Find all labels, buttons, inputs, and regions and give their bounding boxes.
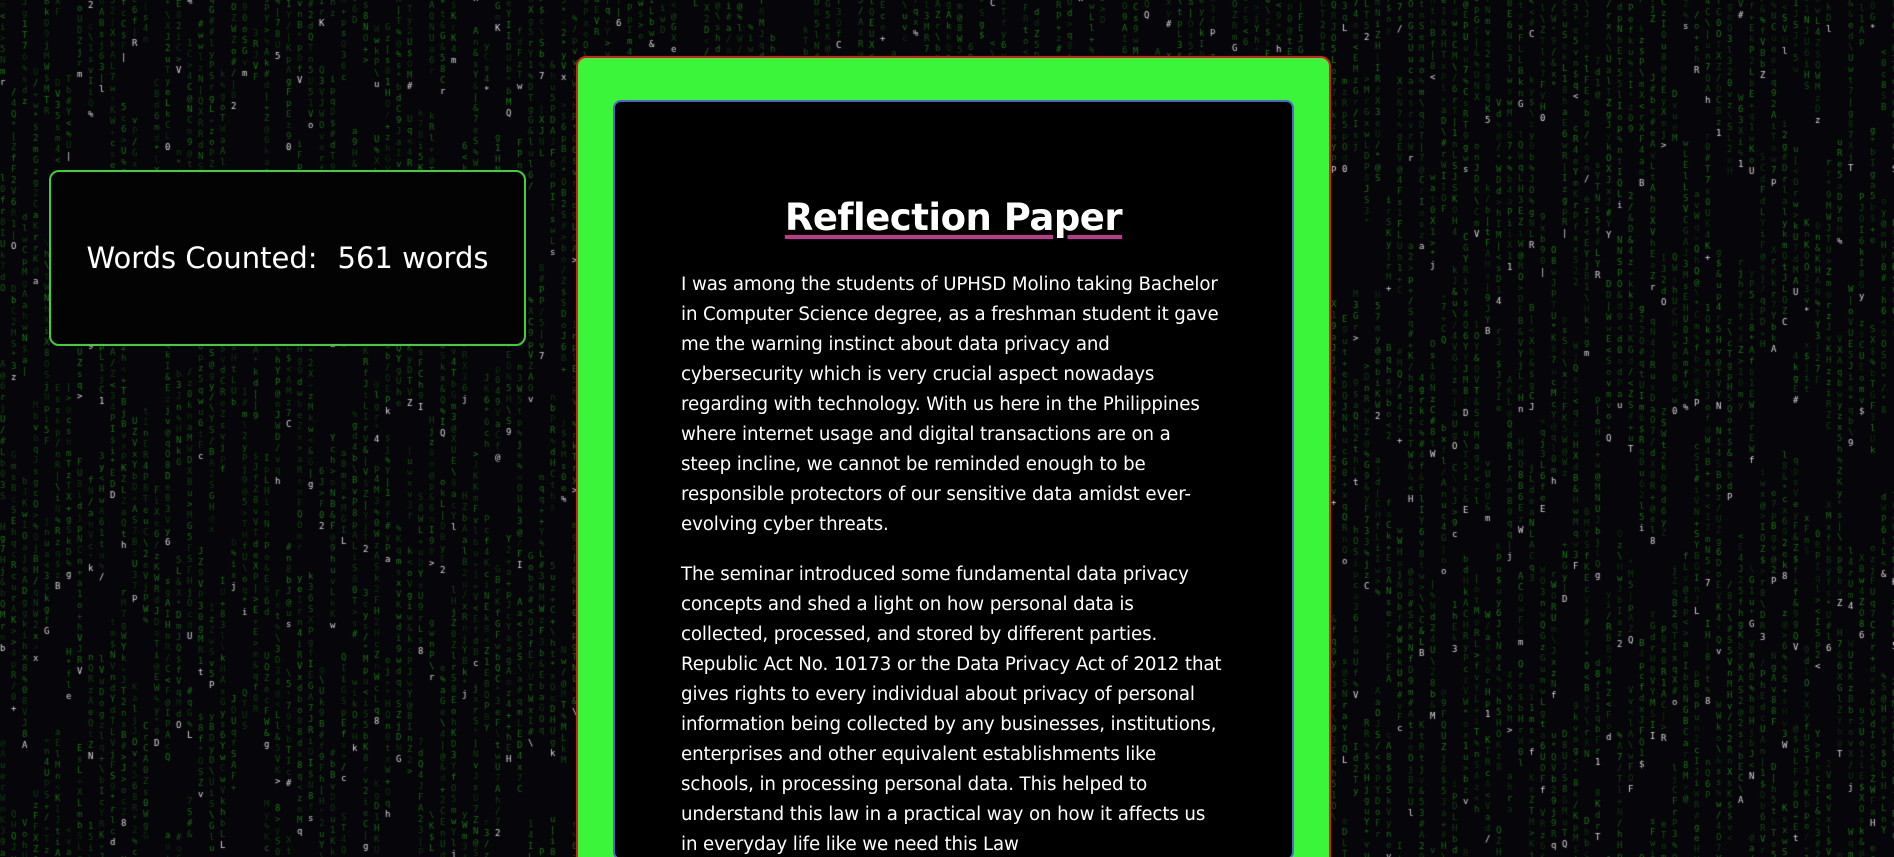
paper-content[interactable]: Reflection Paper I was among the student…: [613, 100, 1294, 857]
paper-paragraph-1: I was among the students of UPHSD Molino…: [681, 274, 1219, 536]
page: Words Counted: 561 words Reflection Pape…: [0, 0, 1894, 857]
word-count-panel: Words Counted: 561 words: [49, 170, 526, 346]
paper-title: Reflection Paper: [681, 196, 1226, 240]
paper-title-text: Reflection Paper: [784, 196, 1123, 239]
word-count-value: 561 words: [337, 241, 489, 275]
paper-paragraph-2: The seminar introduced some fundamental …: [681, 564, 1222, 856]
paper-frame: Reflection Paper I was among the student…: [576, 56, 1331, 857]
word-count-label: Words Counted:: [86, 241, 318, 275]
